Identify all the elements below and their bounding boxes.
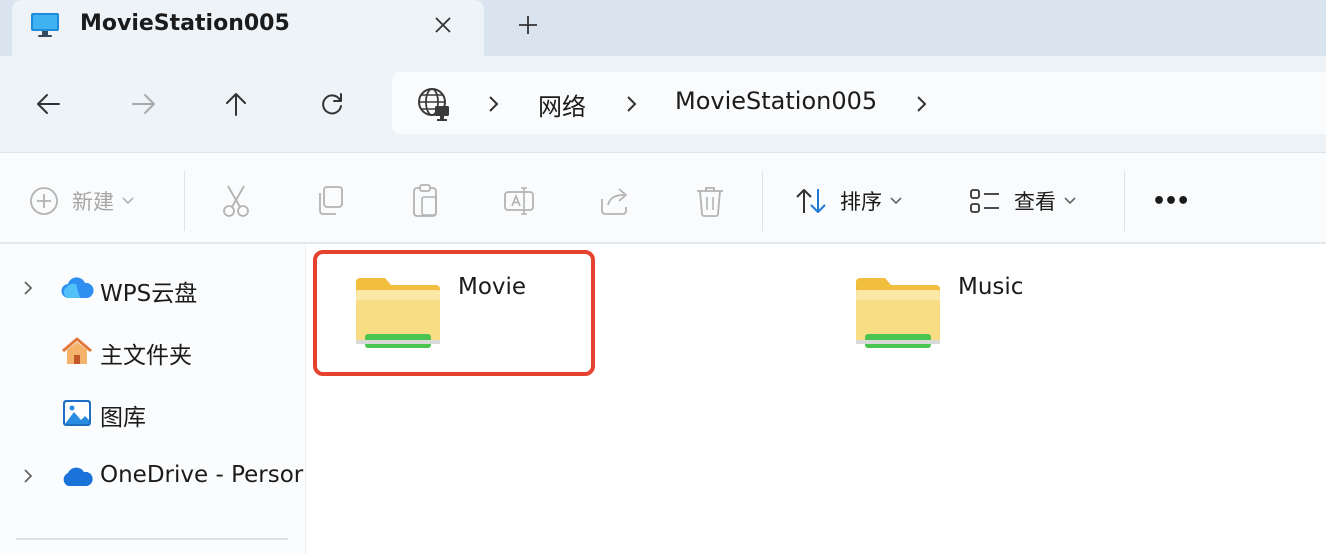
sidebar-item-label: WPS云盘	[100, 281, 198, 307]
sidebar-item-onedrive[interactable]: OneDrive - Persor	[0, 452, 305, 502]
back-button[interactable]	[26, 84, 70, 124]
sort-arrows-icon	[796, 189, 826, 213]
chevron-down-icon	[890, 197, 902, 205]
tab-strip: MovieStation005	[0, 0, 1326, 56]
share-button[interactable]	[598, 181, 632, 221]
refresh-icon	[322, 93, 342, 115]
plus-circle-icon	[30, 187, 58, 215]
sort-button[interactable]: 排序	[794, 181, 902, 221]
close-tab-button[interactable]	[426, 8, 460, 42]
new-tab-button[interactable]	[510, 8, 546, 42]
sidebar-item-wps-cloud[interactable]: WPS云盘	[0, 264, 305, 314]
chevron-right-icon[interactable]	[20, 466, 36, 486]
folder-name: Music	[958, 274, 1024, 300]
toolbar-divider	[184, 171, 185, 231]
tab-moviestation[interactable]: MovieStation005	[12, 0, 484, 56]
arrow-up-icon	[226, 93, 246, 116]
rename-button[interactable]	[502, 181, 536, 221]
gallery-icon	[63, 400, 91, 426]
chevron-right-icon	[627, 96, 637, 112]
navigation-pane: WPS云盘 主文件夹 图库 OneDrive - Persor	[0, 244, 306, 554]
address-bar[interactable]: 网络 MovieStation005	[392, 72, 1326, 134]
more-options-button[interactable]: •••	[1152, 181, 1190, 221]
more-options-icon: •••	[1152, 188, 1190, 214]
sidebar-item-gallery[interactable]: 图库	[0, 388, 305, 438]
up-button[interactable]	[214, 84, 258, 124]
delete-button[interactable]	[694, 181, 726, 221]
sidebar-item-label: 主文件夹	[100, 343, 192, 369]
forward-button[interactable]	[122, 84, 166, 124]
trash-icon	[697, 187, 723, 217]
toolbar-divider	[1124, 171, 1125, 231]
folder-music[interactable]: Music	[813, 258, 1083, 368]
sort-label: 排序	[840, 190, 882, 214]
copy-button[interactable]	[314, 181, 346, 221]
arrow-right-icon	[132, 94, 155, 114]
new-label: 新建	[72, 190, 114, 214]
sidebar-item-label: 图库	[100, 405, 146, 431]
computer-monitor-icon	[31, 13, 59, 37]
breadcrumb-moviestation[interactable]: MovieStation005	[675, 87, 877, 115]
sidebar-item-home[interactable]: 主文件夹	[0, 326, 305, 376]
selection-highlight	[313, 250, 595, 376]
chevron-down-icon	[1064, 197, 1076, 205]
chevron-down-icon	[122, 197, 134, 205]
arrow-left-icon	[37, 94, 60, 114]
onedrive-cloud-icon	[63, 467, 93, 486]
shared-folder-icon	[856, 278, 940, 348]
command-bar: 新建 排序 查看 •••	[0, 152, 1326, 244]
network-globe-icon	[418, 88, 449, 121]
new-button[interactable]: 新建	[28, 181, 134, 221]
view-button[interactable]: 查看	[968, 181, 1076, 221]
view-label: 查看	[1014, 190, 1056, 214]
clipboard-icon	[413, 184, 437, 217]
chevron-right-icon[interactable]	[914, 94, 928, 114]
list-view-icon	[970, 189, 999, 213]
toolbar-divider	[762, 171, 763, 231]
paste-button[interactable]	[410, 181, 442, 221]
breadcrumb-network[interactable]: 网络	[538, 87, 586, 122]
sidebar-divider	[16, 538, 288, 540]
rename-icon	[504, 187, 534, 215]
cloud-icon	[61, 277, 94, 299]
chevron-right-icon[interactable]	[20, 278, 36, 298]
file-list: Movie Music	[307, 244, 1326, 554]
home-icon	[62, 337, 92, 364]
chevron-right-icon	[489, 96, 499, 112]
copy-icon	[319, 186, 343, 215]
share-icon	[601, 188, 627, 215]
close-icon	[435, 17, 451, 33]
plus-icon	[519, 16, 537, 34]
cut-button[interactable]	[220, 181, 252, 221]
scissors-icon	[223, 185, 249, 217]
sidebar-item-label: OneDrive - Persor	[100, 462, 304, 488]
navigation-bar: 网络 MovieStation005	[0, 56, 1326, 152]
refresh-button[interactable]	[310, 84, 354, 124]
tab-title: MovieStation005	[80, 11, 290, 36]
